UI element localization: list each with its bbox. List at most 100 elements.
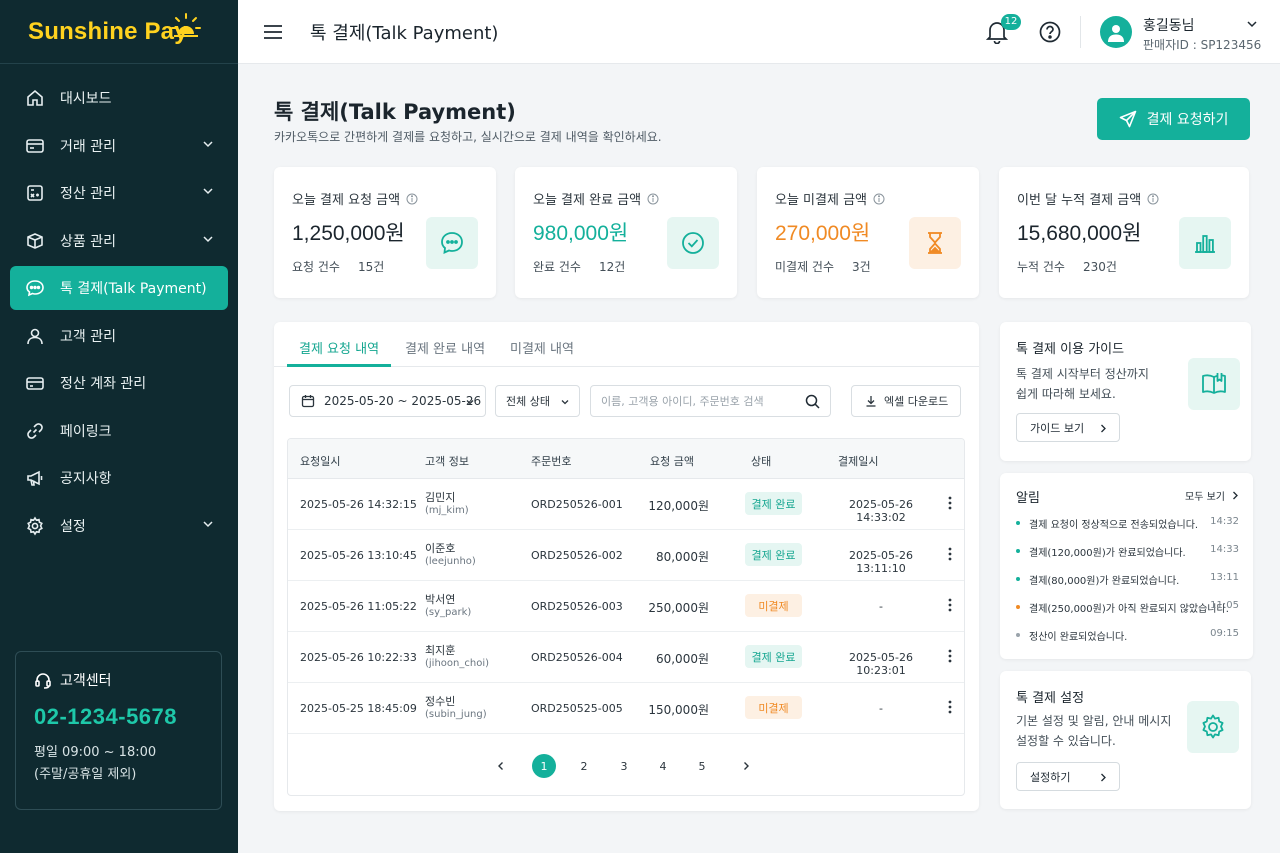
request-payment-button[interactable]: 결제 요청하기 [1097, 98, 1250, 140]
excel-download-button[interactable]: 엑셀 다운로드 [851, 385, 961, 417]
avatar[interactable] [1100, 16, 1132, 48]
sidebar-item-accounts[interactable]: 정산 계좌 관리 [10, 361, 228, 405]
stat-count: 미결제 건수 3건 [775, 258, 871, 275]
payment-settings-card: 톡 결제 설정 기본 설정 및 알림, 안내 메시지 설정할 수 있습니다. 설… [1000, 671, 1251, 809]
alert-item[interactable]: 정산이 완료되었습니다. 09:15 [1016, 628, 1239, 648]
headset-icon [35, 673, 51, 689]
help-icon[interactable] [1039, 21, 1061, 43]
page-button-3[interactable]: 3 [612, 754, 636, 778]
cell-amount: 80,000원 [655, 550, 709, 564]
excel-download-label: 엑셀 다운로드 [884, 395, 949, 408]
cell-order-number[interactable]: ORD250526-003 [531, 600, 623, 613]
table-row[interactable]: 2025-05-26 10:22:33 최지훈 (jihoon_choi) ORD25… [288, 632, 964, 683]
cell-requested-at: 2025-05-25 18:45:09 [300, 702, 417, 715]
table-row[interactable]: 2025-05-26 11:05:22 박서연 (sy_park) ORD250526… [288, 581, 964, 632]
more-options-icon[interactable] [948, 649, 952, 663]
sidebar-item-label: 대시보드 [60, 91, 112, 107]
cell-order-number[interactable]: ORD250525-005 [531, 702, 623, 715]
cell-requested-at: 2025-05-26 13:10:45 [300, 549, 417, 562]
column-header-customer[interactable]: 고객 정보 [425, 453, 469, 469]
column-header-status[interactable]: 상태 [751, 453, 771, 469]
sidebar-item-customers[interactable]: 고객 관리 [10, 314, 228, 358]
page-button-4[interactable]: 4 [651, 754, 675, 778]
column-header-amount[interactable]: 요청 금액 [650, 453, 694, 469]
more-options-icon[interactable] [948, 496, 952, 510]
cell-order-number[interactable]: ORD250526-004 [531, 651, 623, 664]
top-bar-title: 톡 결제(Talk Payment) [310, 22, 499, 44]
cell-customer-name: 박서연 [425, 593, 456, 606]
stat-count-label: 완료 건수 [533, 260, 581, 274]
table-row[interactable]: 2025-05-25 18:45:09 정수빈 (subin_jung) ORD250… [288, 683, 964, 734]
sidebar-item-products[interactable]: 상품 관리 [10, 219, 228, 263]
sidebar-item-paylink[interactable]: 페이링크 [10, 409, 228, 453]
info-icon[interactable] [1147, 193, 1159, 205]
sidebar-item-settlement[interactable]: 정산 관리 [10, 171, 228, 215]
brand-logo[interactable]: Sunshine Pay [0, 0, 238, 64]
search-input[interactable]: 이름, 고객용 아이디, 주문번호 검색 [590, 385, 831, 417]
sidebar-item-transactions[interactable]: 거래 관리 [10, 124, 228, 168]
table-header: 요청일시 고객 정보 주문번호 요청 금액 상태 결제일시 [288, 439, 964, 479]
chevron-down-icon[interactable] [1246, 18, 1258, 30]
chevron-right-icon[interactable] [740, 760, 752, 772]
table-row[interactable]: 2025-05-26 14:32:15 김민지 (mj_kim) ORD250526-… [288, 479, 964, 530]
chevron-right-icon [1101, 773, 1106, 782]
more-options-icon[interactable] [948, 598, 952, 612]
sidebar-nav: 대시보드 거래 관리 정산 관리 상품 관리 톡 결제(Talk Payment… [0, 64, 238, 548]
sidebar-item-talk-payment[interactable]: 톡 결제(Talk Payment) [10, 266, 228, 310]
page-button-1[interactable]: 1 [532, 754, 556, 778]
page-button-5[interactable]: 5 [690, 754, 714, 778]
support-phone[interactable]: 02-1234-5678 [34, 704, 203, 730]
view-all-alerts-link[interactable]: 모두 보기 [1185, 488, 1239, 503]
download-icon [866, 396, 876, 407]
chevron-down-icon [203, 520, 213, 527]
alert-time: 11:05 [1210, 600, 1239, 611]
cell-order-number[interactable]: ORD250526-002 [531, 549, 623, 562]
user-name[interactable]: 홍길동님 [1143, 15, 1195, 35]
open-settings-button[interactable]: 설정하기 [1016, 762, 1120, 791]
support-hours-note: (주말/공휴일 제외) [34, 767, 137, 782]
cell-paid-at: - [879, 600, 883, 613]
column-header-paid-at[interactable]: 결제일시 [838, 453, 878, 469]
alert-item[interactable]: 결제(80,000원)가 완료되었습니다. 13:11 [1016, 572, 1239, 592]
tab-requests[interactable]: 결제 요청 내역 [299, 338, 379, 357]
pagination: 1 2 3 4 5 [274, 754, 979, 784]
more-options-icon[interactable] [948, 547, 952, 561]
sidebar-item-label: 고객 관리 [60, 328, 116, 345]
column-header-requested-at[interactable]: 요청일시 [300, 453, 340, 469]
alert-item[interactable]: 결제 요청이 정상적으로 전송되었습니다. 14:32 [1016, 516, 1239, 536]
column-header-order[interactable]: 주문번호 [531, 453, 571, 469]
tab-completed[interactable]: 결제 완료 내역 [405, 338, 485, 357]
stat-count-label: 요청 건수 [292, 260, 340, 274]
info-icon[interactable] [647, 193, 659, 205]
more-options-icon[interactable] [948, 700, 952, 714]
active-tab-indicator [287, 364, 391, 367]
check-circle-icon [682, 232, 704, 254]
send-icon [1119, 110, 1136, 128]
cell-order-number[interactable]: ORD250526-001 [531, 498, 623, 511]
table-row[interactable]: 2025-05-26 13:10:45 이준호 (leejunho) ORD25052… [288, 530, 964, 581]
sidebar-item-label: 정산 계좌 관리 [60, 376, 147, 392]
tab-unpaid[interactable]: 미결제 내역 [510, 338, 574, 357]
sidebar-item-notices[interactable]: 공지사항 [10, 456, 228, 500]
payment-tabs: 결제 요청 내역 결제 완료 내역 미결제 내역 [274, 322, 979, 367]
menu-icon[interactable] [264, 24, 282, 39]
status-filter-select[interactable]: 전체 상태 [495, 385, 580, 417]
page-button-2[interactable]: 2 [572, 754, 596, 778]
stat-card-monthly-amount: 이번 달 누적 결제 금액 15,680,000원 누적 건수 230건 [999, 167, 1249, 298]
stat-count: 누적 건수 230건 [1017, 258, 1117, 275]
alert-item[interactable]: 결제(120,000원)가 완료되었습니다. 14:33 [1016, 544, 1239, 564]
info-icon[interactable] [406, 193, 418, 205]
info-icon[interactable] [873, 193, 885, 205]
stat-card-completed-amount: 오늘 결제 완료 금액 980,000원 완료 건수 12건 [515, 167, 737, 298]
cell-requested-at: 2025-05-26 14:32:15 [300, 498, 417, 511]
view-guide-button[interactable]: 가이드 보기 [1016, 413, 1120, 442]
box-icon [24, 230, 46, 252]
chevron-left-icon[interactable] [495, 760, 507, 772]
notification-count-badge: 12 [1001, 14, 1021, 30]
sidebar-item-label: 정산 관리 [60, 186, 116, 202]
date-range-picker[interactable]: 2025-05-20 ~ 2025-05-26 [289, 385, 486, 417]
search-icon[interactable] [805, 394, 820, 409]
alert-item[interactable]: 결제(250,000원)가 아직 완료되지 않았습니다. 11:05 [1016, 600, 1239, 620]
sidebar-item-settings[interactable]: 설정 [10, 504, 228, 548]
sidebar-item-dashboard[interactable]: 대시보드 [10, 76, 228, 120]
